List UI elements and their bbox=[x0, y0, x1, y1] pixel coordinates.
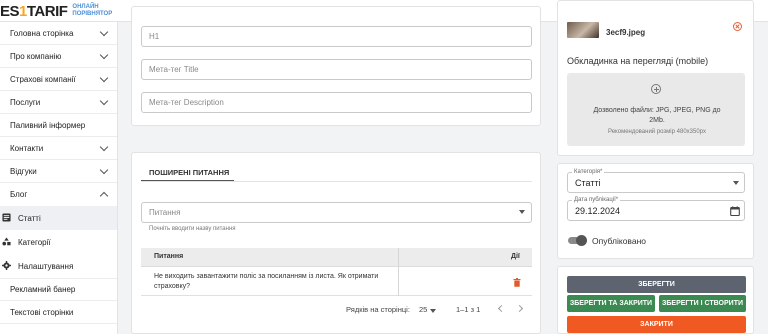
sidebar-item-categories[interactable]: Категорії bbox=[0, 230, 117, 254]
sidebar-item-label: Про компанію bbox=[10, 51, 62, 61]
sidebar-item-label: Текстові сторінки bbox=[10, 307, 74, 317]
file-name: 3ecf9.jpeg bbox=[606, 28, 646, 37]
tab-divider bbox=[141, 181, 532, 182]
rows-per-page-label: Рядків на сторінці: bbox=[346, 305, 410, 314]
sidebar-item-about[interactable]: Про компанію bbox=[0, 45, 117, 68]
faq-select-placeholder: Питання bbox=[149, 208, 181, 217]
sidebar-item-label: Відгуки bbox=[10, 166, 37, 176]
sidebar-item-contacts[interactable]: Контакти bbox=[0, 137, 117, 160]
trash-icon[interactable] bbox=[513, 278, 521, 287]
category-label: Категорія* bbox=[572, 169, 605, 175]
sidebar-item-label: Контакти bbox=[10, 143, 44, 153]
meta-description-input[interactable]: Мета-тег Description bbox=[141, 92, 532, 113]
logo-mark: ES1TARIF bbox=[0, 2, 68, 20]
rows-per-page-arrow-icon bbox=[430, 309, 436, 313]
logo-subtitle-line1: ОНЛАЙН bbox=[72, 4, 99, 10]
column-divider bbox=[398, 248, 399, 296]
calendar-icon[interactable] bbox=[730, 206, 740, 216]
upload-size-hint: Рекомендований розмір 480x350px bbox=[607, 129, 707, 135]
logo-subtitle: ОНЛАЙН ПОРІВНЯТОР bbox=[72, 4, 112, 18]
sidebar-item-reviews[interactable]: Відгуки bbox=[0, 160, 117, 183]
meta-title-input[interactable]: Мета-тег Title bbox=[141, 59, 532, 80]
save-button[interactable]: ЗБЕРЕГТИ bbox=[567, 276, 746, 293]
h1-placeholder: H1 bbox=[149, 32, 160, 41]
category-icon bbox=[2, 237, 11, 246]
published-label: Опубліковано bbox=[592, 236, 647, 246]
sidebar-item-text-pages[interactable]: Текстові сторінки bbox=[0, 301, 117, 324]
faq-helper-text: Почніть вводити назву питання bbox=[149, 226, 236, 232]
pagination-range: 1–1 з 1 bbox=[456, 305, 481, 314]
chevron-up-icon bbox=[99, 191, 109, 201]
sidebar-item-home[interactable]: Головна сторінка bbox=[0, 22, 117, 45]
sidebar-item-fuel-informer[interactable]: Паливний інформер bbox=[0, 114, 117, 137]
chevron-down-icon bbox=[99, 165, 109, 175]
upload-allowed-text: Дозволено файли: JPG, JPEG, PNG до 2Mb. bbox=[593, 107, 721, 124]
sidebar-item-label: Категорії bbox=[18, 237, 51, 247]
add-icon bbox=[651, 84, 661, 94]
chevron-down-icon bbox=[99, 142, 109, 152]
chevron-down-icon bbox=[99, 27, 109, 37]
sidebar-item-label: Рекламний банер bbox=[10, 285, 76, 294]
meta-title-placeholder: Мета-тег Title bbox=[149, 65, 199, 74]
logo-text-accent: 1 bbox=[19, 2, 27, 20]
save-and-create-button[interactable]: ЗБЕРЕГТИ І СТВОРИТИ bbox=[659, 295, 746, 312]
sidebar-item-label: Налаштування bbox=[18, 261, 74, 271]
sidebar-item-label: Блог bbox=[10, 190, 28, 199]
table-row[interactable]: Не виходить завантажити поліс за посилан… bbox=[141, 267, 532, 296]
sidebar-item-blog[interactable]: Блог bbox=[0, 183, 117, 206]
sidebar-item-label: Паливний інформер bbox=[10, 120, 86, 130]
column-header-actions: Дії bbox=[511, 253, 520, 260]
sidebar: Головна сторінка Про компанію Страхові к… bbox=[0, 22, 118, 334]
rows-per-page-select[interactable]: 25 bbox=[419, 305, 427, 314]
sidebar-item-label: Страхові компанії bbox=[10, 74, 76, 84]
publish-date-label: Дата публікації* bbox=[572, 197, 621, 203]
sidebar-item-label: Послуги bbox=[10, 97, 41, 107]
sidebar-item-label: Статті bbox=[18, 213, 41, 223]
gear-icon bbox=[2, 261, 11, 270]
logo-subtitle-line2: ПОРІВНЯТОР bbox=[72, 11, 113, 17]
article-icon bbox=[2, 213, 11, 222]
dropdown-arrow-icon bbox=[519, 210, 525, 214]
publish-date-value: 29.12.2024 bbox=[575, 206, 621, 216]
mobile-cover-dropzone[interactable]: Дозволено файли: JPG, JPEG, PNG до 2Mb. … bbox=[567, 73, 745, 146]
remove-file-icon[interactable] bbox=[733, 22, 742, 31]
sidebar-item-label: Головна сторінка bbox=[10, 28, 74, 38]
chevron-down-icon bbox=[99, 73, 109, 83]
tab-faq[interactable]: ПОШИРЕНІ ПИТАННЯ bbox=[149, 168, 229, 177]
save-and-close-button[interactable]: ЗБЕРЕГТИ ТА ЗАКРИТИ bbox=[567, 295, 655, 312]
close-button[interactable]: ЗАКРИТИ bbox=[567, 316, 746, 333]
mobile-cover-title: Обкладинка на перегляді (mobile) bbox=[567, 56, 709, 66]
published-toggle[interactable] bbox=[576, 235, 587, 246]
logo[interactable]: ES1TARIF ОНЛАЙН ПОРІВНЯТОР bbox=[0, 0, 112, 22]
sidebar-item-ad-banner[interactable]: Рекламний банер bbox=[0, 278, 117, 301]
column-header-question[interactable]: Питання bbox=[154, 253, 183, 260]
logo-text-part1: ES bbox=[0, 2, 20, 20]
faq-question-text: Не виходить завантажити поліс за посилан… bbox=[154, 273, 379, 290]
category-value: Статті bbox=[575, 178, 601, 188]
logo-text-part2: TARIF bbox=[26, 2, 68, 20]
chevron-down-icon bbox=[99, 50, 109, 60]
h1-input[interactable]: H1 bbox=[141, 26, 532, 47]
faq-table-header: Питання Дії bbox=[141, 248, 532, 267]
sidebar-item-articles[interactable]: Статті bbox=[0, 206, 117, 230]
meta-description-placeholder: Мета-тег Description bbox=[149, 98, 224, 107]
faq-question-select[interactable]: Питання bbox=[141, 202, 532, 223]
image-thumbnail bbox=[567, 22, 599, 38]
chevron-down-icon bbox=[99, 96, 109, 106]
sidebar-item-settings[interactable]: Налаштування bbox=[0, 254, 117, 278]
category-dropdown-icon bbox=[733, 181, 739, 185]
sidebar-item-insurers[interactable]: Страхові компанії bbox=[0, 68, 117, 91]
sidebar-item-services[interactable]: Послуги bbox=[0, 91, 117, 114]
